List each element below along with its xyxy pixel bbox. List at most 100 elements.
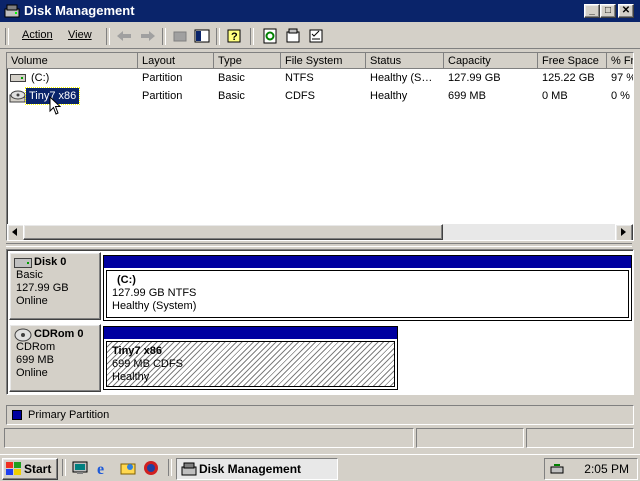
window-title: Disk Management xyxy=(24,3,135,18)
cell-type: Basic xyxy=(218,90,245,102)
quicklaunch-ie[interactable]: e xyxy=(96,460,112,479)
cell-layout: Partition xyxy=(142,72,183,84)
column-header-layout[interactable]: Layout xyxy=(138,53,214,69)
close-button[interactable]: ✕ xyxy=(618,4,634,18)
mouse-cursor-icon xyxy=(49,95,62,119)
taskbar-grip xyxy=(62,459,66,476)
start-label: Start xyxy=(24,462,52,476)
triangle-left-icon xyxy=(12,228,17,236)
properties-icon xyxy=(286,28,300,43)
toolbar-separator xyxy=(250,28,254,45)
disk-size: 127.99 GB xyxy=(16,282,69,294)
volume-list-view[interactable]: Volume Layout Type File System Status Ca… xyxy=(6,52,634,241)
cell-percent-free: 97 % xyxy=(611,72,633,84)
clock-time[interactable]: 2:05 PM xyxy=(584,462,629,476)
disk-state: Online xyxy=(16,295,48,307)
cdrom-0-label[interactable]: CDRom 0 CDRom 699 MB Online xyxy=(9,324,101,392)
cell-status: Healthy (S… xyxy=(370,72,433,84)
arrow-left-icon xyxy=(117,31,131,41)
menu-view[interactable]: View xyxy=(68,29,92,41)
menu-toolbar: Action View ? xyxy=(0,24,640,49)
column-header-free-space[interactable]: Free Space xyxy=(538,53,607,69)
partition-c-content: (C:) 127.99 GB NTFS Healthy (System) xyxy=(106,270,629,318)
cell-layout: Partition xyxy=(142,90,183,102)
partition-status: Healthy xyxy=(112,371,150,383)
column-header-volume[interactable]: Volume xyxy=(7,53,138,69)
primary-partition-swatch xyxy=(12,410,22,420)
status-bar xyxy=(4,428,636,448)
cell-file-system: CDFS xyxy=(285,90,315,102)
column-header-capacity[interactable]: Capacity xyxy=(444,53,538,69)
help-icon: ? xyxy=(227,29,241,43)
maximize-button[interactable]: □ xyxy=(600,4,616,18)
refresh-button[interactable] xyxy=(260,27,280,45)
column-header-percent-free[interactable]: % Fr xyxy=(607,53,633,69)
toolbar-grip xyxy=(5,28,9,45)
minimize-button[interactable]: _ xyxy=(584,4,600,18)
firefox-icon xyxy=(144,461,158,475)
partition-status: Healthy (System) xyxy=(112,300,197,312)
status-pane-3 xyxy=(526,428,634,448)
triangle-right-icon xyxy=(621,228,626,236)
status-pane-2 xyxy=(416,428,524,448)
cdrom-icon xyxy=(14,328,32,346)
scroll-right-button[interactable] xyxy=(615,224,633,240)
quicklaunch-explorer[interactable] xyxy=(120,460,136,479)
partition-size-fs: 699 MB CDFS xyxy=(112,358,183,370)
system-tray: 2:05 PM xyxy=(544,458,638,480)
legend-primary-partition: Primary Partition xyxy=(28,409,110,421)
toolbar-separator xyxy=(216,28,220,45)
properties-button[interactable] xyxy=(283,27,303,45)
title-bar[interactable]: Disk Management _ □ ✕ xyxy=(0,0,640,22)
column-header-status[interactable]: Status xyxy=(366,53,444,69)
cell-free-space: 125.22 GB xyxy=(542,72,595,84)
checklist-icon xyxy=(309,29,323,43)
taskbar-separator xyxy=(168,459,172,476)
horizontal-scrollbar[interactable] xyxy=(7,224,633,240)
console-tree-icon xyxy=(194,29,210,43)
back-button[interactable] xyxy=(114,27,134,45)
task-disk-management[interactable]: Disk Management xyxy=(176,458,338,480)
hard-disk-icon xyxy=(14,258,32,272)
status-pane-main xyxy=(4,428,414,448)
disk-0-label[interactable]: Disk 0 Basic 127.99 GB Online xyxy=(9,252,101,320)
column-header-file-system[interactable]: File System xyxy=(281,53,366,69)
disk-size: 699 MB xyxy=(16,354,54,366)
safely-remove-icon[interactable] xyxy=(549,461,565,480)
help-button[interactable]: ? xyxy=(224,27,244,45)
windows-logo-icon xyxy=(6,462,22,479)
cell-type: Basic xyxy=(218,72,245,84)
partition-tiny7-content: Tiny7 x86 699 MB CDFS Healthy xyxy=(106,341,395,387)
disk-state: Online xyxy=(16,367,48,379)
settings-button[interactable] xyxy=(306,27,326,45)
forward-button[interactable] xyxy=(138,27,158,45)
column-header-type[interactable]: Type xyxy=(214,53,281,69)
refresh-icon xyxy=(263,28,277,44)
explorer-icon xyxy=(120,463,136,475)
table-row[interactable]: Tiny7 x86 Partition Basic CDFS Healthy 6… xyxy=(7,87,633,105)
pane-splitter[interactable] xyxy=(6,243,632,247)
taskbar: Start e Disk Management 2:05 PM xyxy=(0,454,640,481)
quicklaunch-desktop[interactable] xyxy=(72,460,88,479)
scroll-thumb[interactable] xyxy=(23,224,443,240)
menu-action[interactable]: Action xyxy=(22,29,53,41)
up-level-button[interactable] xyxy=(170,27,190,45)
quicklaunch-browser[interactable] xyxy=(143,460,159,479)
disk-management-icon xyxy=(4,3,20,22)
primary-partition-bar xyxy=(104,327,397,339)
partition-c[interactable]: (C:) 127.99 GB NTFS Healthy (System) xyxy=(103,255,632,321)
task-label: Disk Management xyxy=(199,462,302,476)
partition-size-fs: 127.99 GB NTFS xyxy=(112,287,197,299)
show-hide-tree-button[interactable] xyxy=(192,27,212,45)
cell-free-space: 0 MB xyxy=(542,90,568,102)
disk-graphical-view[interactable]: Disk 0 Basic 127.99 GB Online (C:) 127.9… xyxy=(6,249,634,395)
start-button[interactable]: Start xyxy=(2,458,58,480)
partition-label: Tiny7 x86 xyxy=(112,345,162,357)
cell-volume: (C:) xyxy=(31,72,50,84)
drive-icon xyxy=(10,73,26,86)
table-row[interactable]: (C:) Partition Basic NTFS Healthy (S… 12… xyxy=(7,70,633,86)
toolbar-separator xyxy=(106,28,110,45)
partition-tiny7[interactable]: Tiny7 x86 699 MB CDFS Healthy xyxy=(103,326,398,390)
internet-explorer-icon: e xyxy=(97,461,104,478)
toolbar-separator xyxy=(162,28,166,45)
